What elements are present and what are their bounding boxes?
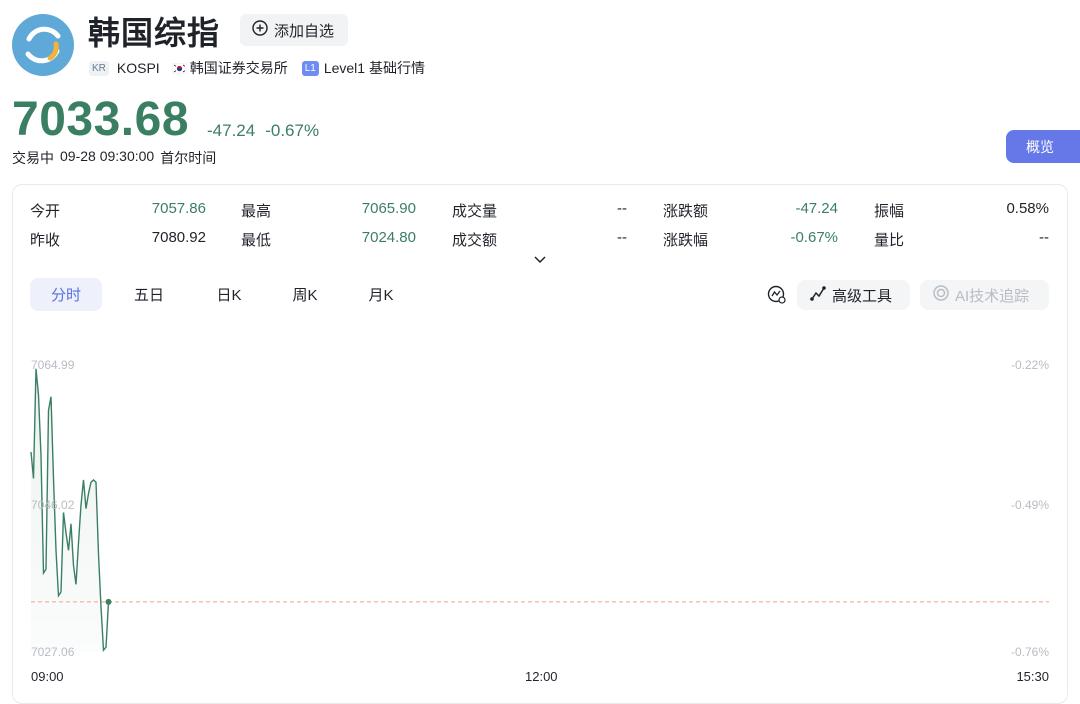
y-axis-label-mid: 7046.02 xyxy=(31,498,75,512)
y-axis-label-bottom: 7027.06 xyxy=(31,645,75,659)
y-axis-pct-top: -0.22% xyxy=(1010,358,1049,372)
y-axis-pct-bottom: -0.76% xyxy=(1010,645,1049,659)
x-axis-label-close: 15:30 xyxy=(1016,669,1049,684)
y-axis-label-top: 7064.99 xyxy=(31,358,75,372)
y-axis-pct-mid: -0.49% xyxy=(1010,498,1049,512)
intraday-chart[interactable] xyxy=(0,0,1080,691)
latest-price-dot xyxy=(105,598,112,605)
x-axis-label-open: 09:00 xyxy=(31,669,64,684)
x-axis-label-noon: 12:00 xyxy=(525,669,558,684)
